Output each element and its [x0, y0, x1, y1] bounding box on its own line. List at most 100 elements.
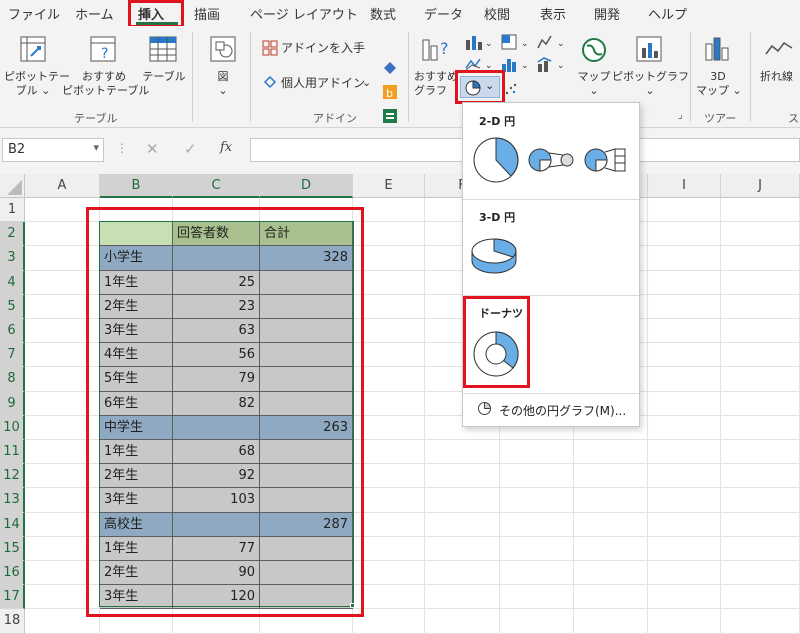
combo-chart-icon[interactable]: ⌄ [536, 56, 566, 72]
grid-cell[interactable] [648, 367, 721, 392]
grid-cell[interactable] [721, 319, 800, 344]
grid-cell[interactable] [648, 561, 721, 586]
menu-page-layout[interactable]: ページ レイアウト [250, 4, 358, 23]
grid-cell[interactable] [721, 536, 800, 561]
row-header-6[interactable]: 6 [0, 319, 25, 344]
grid-cell[interactable] [500, 536, 574, 561]
name-box-chevron-icon[interactable]: ▾ [93, 141, 99, 154]
3d-map-label[interactable]: 3D マップ ⌄ [696, 70, 742, 98]
grid-cell[interactable] [425, 464, 500, 489]
grid-cell[interactable] [721, 343, 800, 368]
grid-cell[interactable] [574, 585, 648, 610]
menu-home[interactable]: ホーム [75, 4, 114, 23]
menu-formulas[interactable]: 数式 [370, 4, 396, 23]
row-header-7[interactable]: 7 [0, 343, 25, 368]
grid-cell[interactable] [721, 609, 800, 634]
grid-cell[interactable] [648, 246, 721, 271]
cancel-icon[interactable]: ✕ [146, 140, 159, 158]
sparkline-line-label[interactable]: 折れ線 [760, 70, 793, 84]
grid-cell[interactable] [574, 488, 648, 513]
pie-chart-option-icon[interactable] [471, 135, 521, 185]
column-header-e[interactable]: E [353, 174, 425, 198]
row-header-13[interactable]: 13 [0, 488, 25, 513]
grid-cell[interactable] [574, 512, 648, 537]
pivot-table-icon[interactable] [18, 34, 48, 64]
grid-cell[interactable] [425, 488, 500, 513]
grid-cell[interactable] [648, 536, 721, 561]
grid-cell[interactable] [721, 222, 800, 247]
menu-developer[interactable]: 開発 [594, 4, 620, 23]
people-graph-icon[interactable] [382, 108, 398, 124]
menu-draw[interactable]: 描画 [194, 4, 220, 23]
row-header-8[interactable]: 8 [0, 367, 25, 392]
grid-cell[interactable] [648, 391, 721, 416]
pivot-chart-icon[interactable] [634, 34, 664, 64]
grid-cell[interactable] [648, 270, 721, 295]
grid-cell[interactable] [500, 585, 574, 610]
grid-cell[interactable] [721, 391, 800, 416]
enter-icon[interactable]: ✓ [184, 140, 197, 158]
grid-cell[interactable] [721, 246, 800, 271]
grid-cell[interactable] [721, 440, 800, 465]
menu-data[interactable]: データ [424, 4, 463, 23]
menu-file[interactable]: ファイル [8, 4, 60, 23]
pivot-chart-label[interactable]: ピボットグラフ ⌄ [612, 70, 689, 98]
row-header-16[interactable]: 16 [0, 561, 25, 586]
grid-cell[interactable] [574, 464, 648, 489]
grid-cell[interactable] [648, 343, 721, 368]
menu-view[interactable]: 表示 [540, 4, 566, 23]
name-box[interactable]: B2 ▾ [2, 138, 104, 162]
recommended-pivot-label[interactable]: おすすめ ピボットテーブル [62, 70, 149, 98]
table-label[interactable]: テーブル [140, 70, 188, 84]
grid-cell[interactable] [721, 561, 800, 586]
3d-map-icon[interactable] [702, 34, 732, 64]
grid-cell[interactable] [721, 415, 800, 440]
grid-cell[interactable] [425, 512, 500, 537]
scatter-chart-icon[interactable] [504, 82, 518, 96]
recommended-chart-label[interactable]: おすすめ グラフ [414, 70, 458, 98]
grid-cell[interactable] [721, 294, 800, 319]
row-header-2[interactable]: 2 [0, 222, 25, 247]
row-header-14[interactable]: 14 [0, 512, 25, 537]
row-header-18[interactable]: 18 [0, 609, 25, 634]
pie-3d-option-icon[interactable] [469, 233, 519, 277]
select-all-corner[interactable] [0, 174, 25, 198]
grid-cell[interactable] [721, 488, 800, 513]
grid-cell[interactable] [648, 609, 721, 634]
row-header-17[interactable]: 17 [0, 585, 25, 610]
grid-cell[interactable] [648, 415, 721, 440]
column-header-d[interactable]: D [260, 174, 353, 198]
row-header-4[interactable]: 4 [0, 270, 25, 295]
grid-cell[interactable] [574, 440, 648, 465]
grid-cell[interactable] [648, 294, 721, 319]
recommended-chart-icon[interactable]: ? [420, 34, 454, 64]
column-header-j[interactable]: J [721, 174, 800, 198]
bing-icon[interactable]: b [382, 84, 398, 100]
row-header-5[interactable]: 5 [0, 294, 25, 319]
more-pie-charts-link[interactable]: その他の円グラフ(M)... [499, 402, 626, 419]
grid-cell[interactable] [425, 440, 500, 465]
grid-cell[interactable] [648, 198, 721, 223]
visio-icon[interactable] [382, 60, 398, 76]
figure-label[interactable]: 図 ⌄ [208, 70, 238, 98]
row-header-9[interactable]: 9 [0, 391, 25, 416]
column-chart-icon[interactable]: ⌄ [464, 34, 494, 50]
figure-icon[interactable] [208, 34, 238, 64]
grid-cell[interactable] [648, 488, 721, 513]
grid-cell[interactable] [721, 367, 800, 392]
row-header-3[interactable]: 3 [0, 246, 25, 271]
grid-cell[interactable] [574, 609, 648, 634]
grid-cell[interactable] [425, 561, 500, 586]
map-chart-icon[interactable] [580, 36, 608, 64]
grid-cell[interactable] [648, 319, 721, 344]
grid-cell[interactable] [721, 512, 800, 537]
grid-cell[interactable] [648, 222, 721, 247]
grid-cell[interactable] [500, 609, 574, 634]
insert-function-icon[interactable]: fx [220, 140, 232, 155]
hierarchy-chart-icon[interactable]: ⌄ [500, 34, 530, 50]
pie-of-pie-option-icon[interactable] [527, 147, 577, 173]
recommended-pivot-icon[interactable]: ? [88, 34, 118, 64]
grid-cell[interactable] [500, 440, 574, 465]
my-addins-label[interactable]: 個人用アドイン [281, 76, 365, 90]
row-header-1[interactable]: 1 [0, 198, 25, 223]
